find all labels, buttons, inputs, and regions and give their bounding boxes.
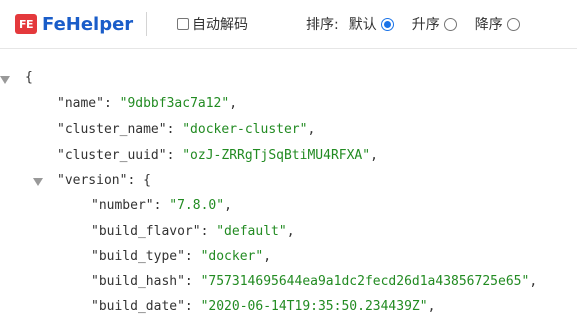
json-line: {	[25, 68, 33, 88]
toolbar-divider	[146, 12, 147, 36]
version-open-brace: {	[143, 173, 151, 188]
collapse-root-toggle-icon[interactable]	[0, 76, 10, 84]
json-string-value[interactable]: "ozJ-ZRRgTjSqBtiMU4RFXA"	[182, 148, 370, 163]
fe-logo-icon: FE	[15, 14, 37, 34]
json-key: "name"	[57, 96, 104, 111]
app-title: FeHelper	[42, 13, 134, 35]
sort-label: 排序:	[306, 17, 339, 33]
sort-asc-radio[interactable]	[443, 17, 457, 31]
json-key: "cluster_name"	[57, 122, 167, 137]
json-key: "build_flavor"	[91, 224, 201, 239]
json-string-value[interactable]: "2020-06-14T19:35:50.234439Z"	[201, 299, 428, 314]
json-string-value[interactable]: "docker-cluster"	[182, 122, 307, 137]
json-line: "build_type": "docker",	[91, 249, 272, 264]
json-line: "cluster_name": "docker-cluster",	[57, 122, 316, 137]
json-string-value[interactable]: "7.8.0"	[169, 198, 224, 213]
json-key: "build_hash"	[91, 274, 185, 289]
auto-decode-option[interactable]: 自动解码	[177, 14, 248, 34]
json-string-value[interactable]: "9dbbf3ac7a12"	[120, 96, 230, 111]
json-line: "cluster_uuid": "ozJ-ZRRgTjSqBtiMU4RFXA"…	[57, 148, 378, 163]
sort-option-label: 默认	[348, 17, 377, 33]
sort-group: 排序: 默认 升序 降序	[306, 14, 520, 34]
json-key: "build_date"	[91, 299, 185, 314]
auto-decode-label: 自动解码	[192, 17, 248, 33]
json-string-value[interactable]: "docker"	[201, 249, 264, 264]
json-line: "number": "7.8.0",	[91, 198, 232, 213]
json-key: "number"	[91, 198, 154, 213]
json-string-value[interactable]: "default"	[216, 224, 286, 239]
json-string-value[interactable]: "757314695644ea9a1dc2fecd26d1a43856725e6…	[201, 274, 530, 289]
fehelper-logo[interactable]: FE FeHelper	[15, 13, 133, 35]
toolbar: FE FeHelper 自动解码 排序: 默认 升序 降序	[0, 0, 577, 49]
root-open-brace: {	[25, 70, 33, 85]
sort-desc-radio[interactable]	[506, 17, 520, 31]
json-line: "build_date": "2020-06-14T19:35:50.23443…	[91, 299, 436, 314]
collapse-version-toggle-icon[interactable]	[33, 178, 43, 186]
sort-option-default[interactable]: 默认	[349, 14, 394, 34]
json-line: "version": {	[57, 173, 151, 188]
sort-option-label: 降序	[474, 17, 503, 33]
auto-decode-checkbox[interactable]	[177, 18, 189, 30]
json-line: "build_flavor": "default",	[91, 224, 295, 239]
sort-option-label: 升序	[411, 17, 440, 33]
json-key: "build_type"	[91, 249, 185, 264]
json-viewer: { "name": "9dbbf3ac7a12", "cluster_name"…	[0, 48, 577, 315]
json-key: "cluster_uuid"	[57, 148, 167, 163]
sort-option-asc[interactable]: 升序	[412, 14, 457, 34]
sort-option-desc[interactable]: 降序	[475, 14, 520, 34]
json-line: "build_hash": "757314695644ea9a1dc2fecd2…	[91, 274, 538, 289]
sort-default-radio[interactable]	[380, 17, 394, 31]
json-line: "name": "9dbbf3ac7a12",	[57, 96, 238, 111]
json-key: "version"	[57, 173, 128, 188]
